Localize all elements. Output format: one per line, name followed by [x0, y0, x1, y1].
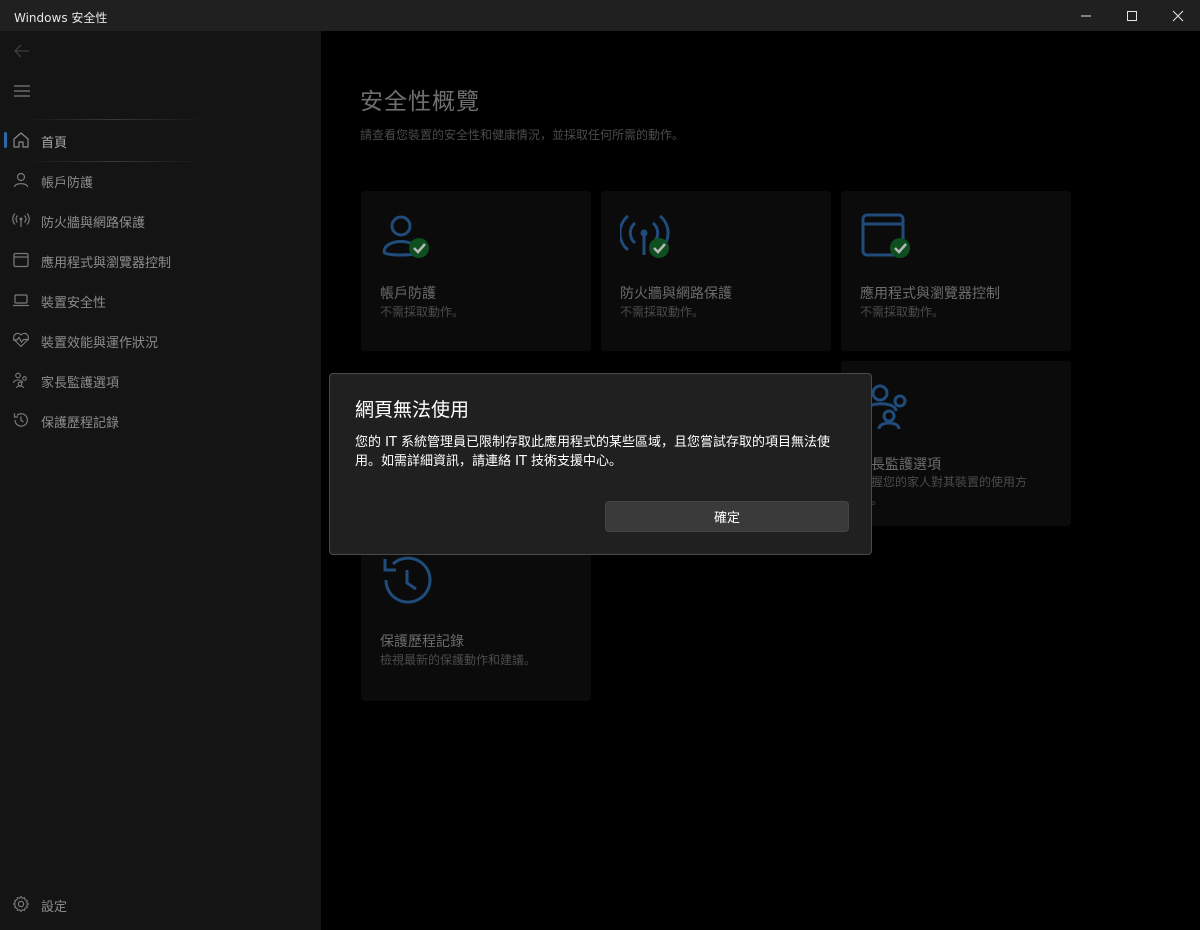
card-account-protection[interactable]: 帳戶防護 不需採取動作。 — [361, 191, 591, 351]
active-glow-top — [24, 119, 204, 120]
menu-button[interactable] — [7, 76, 37, 106]
laptop-icon — [12, 291, 30, 309]
card-title: 帳戶防護 — [380, 286, 436, 302]
card-firewall[interactable]: 防火牆與網路保護 不需採取動作。 — [601, 191, 831, 351]
sidebar-item-label: 保護歷程記錄 — [41, 416, 120, 431]
card-family-options[interactable]: 長監護選項 握您的家人對其裝置的使用方 。 — [841, 361, 1071, 526]
app-window-check-icon — [860, 211, 916, 267]
sidebar-item-label: 裝置效能與運作狀況 — [41, 336, 159, 351]
sidebar-item-label: 設定 — [41, 900, 68, 915]
page-title: 安全性概覽 — [360, 89, 480, 115]
sidebar-item-label: 防火牆與網路保護 — [41, 216, 146, 231]
hamburger-menu-icon — [14, 85, 30, 97]
sidebar: 首頁 帳戶防護 防火牆與網路保護 應用程式與瀏覽器控制 裝置安全性 裝置效能與運 — [0, 31, 321, 930]
sidebar-item-label: 家長監護選項 — [41, 376, 120, 391]
close-icon — [1172, 10, 1184, 21]
sidebar-item-label: 帳戶防護 — [41, 176, 94, 191]
heart-pulse-icon — [12, 331, 30, 349]
history-icon — [380, 556, 436, 612]
card-title: 應用程式與瀏覽器控制 — [860, 286, 1000, 302]
gear-icon — [12, 895, 30, 913]
sidebar-item-label: 裝置安全性 — [41, 296, 107, 311]
card-title: 防火牆與網路保護 — [620, 286, 732, 302]
sidebar-item-app-browser-control[interactable]: 應用程式與瀏覽器控制 — [4, 242, 304, 278]
maximize-icon — [1127, 10, 1137, 21]
maximize-button[interactable] — [1109, 0, 1155, 31]
family-icon — [12, 371, 30, 389]
dialog-page-unavailable: 網頁無法使用 您的 IT 系統管理員已限制存取此應用程式的某些區域，且您嘗試存取… — [329, 373, 872, 555]
card-protection-history[interactable]: 保護歷程記錄 檢視最新的保護動作和建議。 — [361, 536, 591, 701]
card-desc: 不需採取動作。 — [380, 305, 465, 319]
sidebar-item-protection-history[interactable]: 保護歷程記錄 — [4, 402, 304, 438]
wireless-check-icon — [618, 211, 676, 267]
active-indicator — [4, 132, 7, 148]
app-window-icon — [12, 251, 30, 269]
sidebar-item-label: 應用程式與瀏覽器控制 — [41, 256, 172, 271]
person-check-icon — [380, 211, 436, 267]
sidebar-item-family-options[interactable]: 家長監護選項 — [4, 362, 304, 398]
sidebar-item-device-performance[interactable]: 裝置效能與運作狀況 — [4, 322, 304, 358]
minimize-button[interactable] — [1063, 0, 1109, 31]
card-desc: 不需採取動作。 — [860, 305, 945, 319]
sidebar-item-home[interactable]: 首頁 — [4, 119, 304, 162]
ok-button[interactable]: 確定 — [605, 501, 849, 532]
home-icon — [12, 131, 30, 149]
wireless-icon — [12, 211, 30, 229]
card-desc: 不需採取動作。 — [620, 305, 705, 319]
card-app-browser-control[interactable]: 應用程式與瀏覽器控制 不需採取動作。 — [841, 191, 1071, 351]
sidebar-item-firewall[interactable]: 防火牆與網路保護 — [4, 202, 304, 238]
page-subtitle: 請查看您裝置的安全性和健康情況，並採取任何所需的動作。 — [360, 128, 685, 142]
dialog-message: 您的 IT 系統管理員已限制存取此應用程式的某些區域，且您嘗試存取的項目無法使用… — [355, 435, 831, 469]
close-button[interactable] — [1155, 0, 1200, 31]
window-title: Windows 安全性 — [14, 11, 108, 25]
sidebar-item-settings[interactable]: 設定 — [4, 886, 304, 922]
dialog-title: 網頁無法使用 — [355, 399, 470, 421]
sidebar-item-device-security[interactable]: 裝置安全性 — [4, 282, 304, 318]
title-bar: Windows 安全性 — [0, 0, 1200, 31]
card-desc: 檢視最新的保護動作和建議。 — [380, 653, 537, 667]
minimize-icon — [1081, 15, 1091, 16]
back-arrow-icon — [14, 44, 29, 58]
sidebar-item-label: 首頁 — [41, 136, 68, 151]
person-icon — [12, 171, 30, 189]
card-title: 保護歷程記錄 — [380, 634, 464, 650]
back-button[interactable] — [7, 36, 37, 66]
card-title: 長監護選項 — [871, 457, 941, 473]
history-icon — [12, 411, 30, 429]
sidebar-item-account-protection[interactable]: 帳戶防護 — [4, 162, 304, 198]
card-desc: 握您的家人對其裝置的使用方 。 — [871, 475, 1028, 507]
